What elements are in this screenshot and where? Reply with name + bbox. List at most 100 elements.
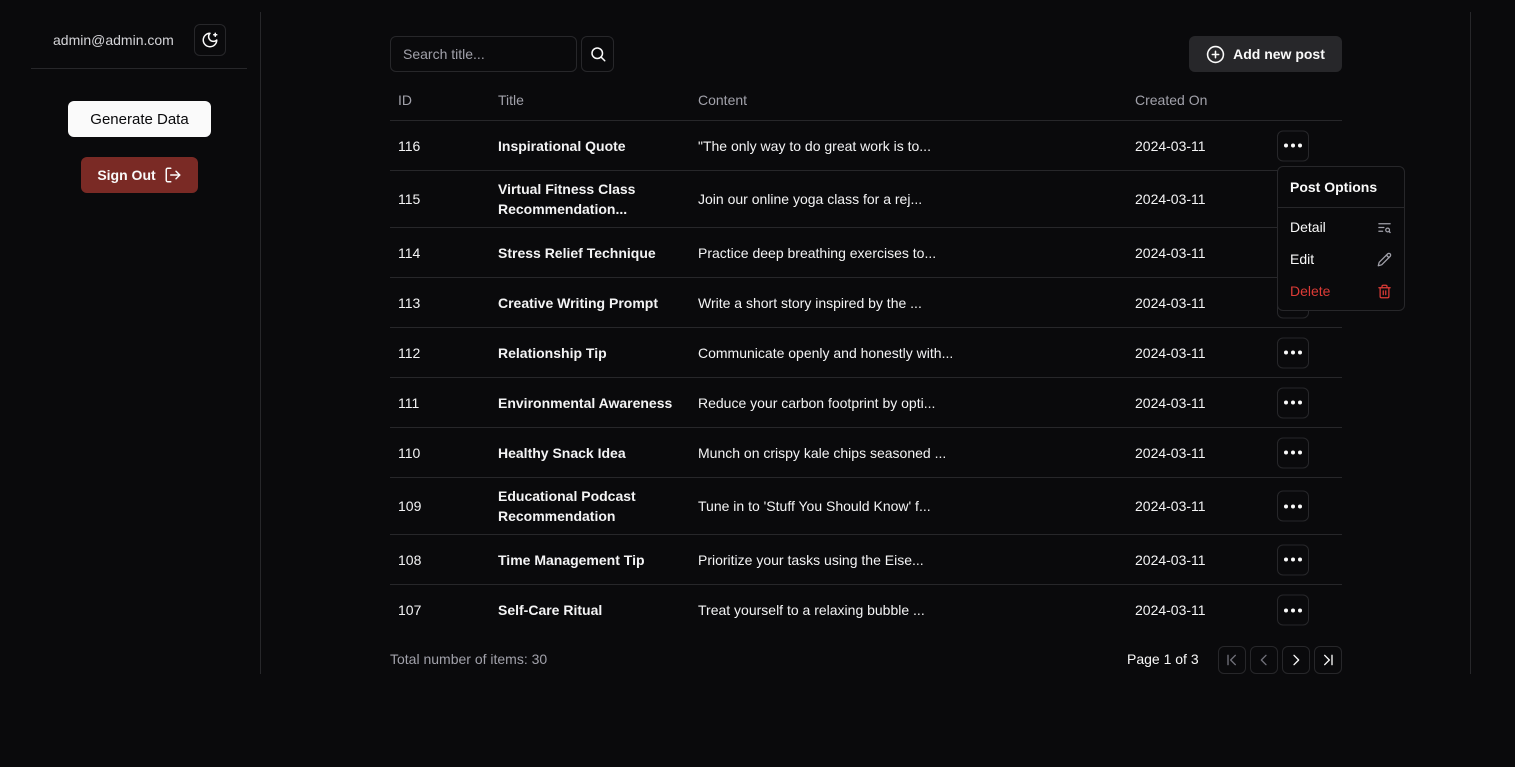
sidebar: admin@admin.com Generate Data Sign Out bbox=[0, 12, 261, 674]
add-new-post-button[interactable]: Add new post bbox=[1189, 36, 1342, 72]
generate-data-button[interactable]: Generate Data bbox=[68, 101, 211, 137]
more-horizontal-icon bbox=[1284, 557, 1302, 562]
table-row: 107 Self-Care Ritual Treat yourself to a r… bbox=[390, 585, 1342, 635]
user-email: admin@admin.com bbox=[53, 32, 174, 48]
cell-title: Virtual Fitness Class Recommendation... bbox=[498, 181, 636, 217]
cell-content: Treat yourself to a relaxing bubble ... bbox=[698, 602, 925, 618]
moon-icon bbox=[202, 32, 218, 48]
cell-id: 113 bbox=[398, 294, 421, 311]
first-page-button[interactable] bbox=[1218, 646, 1246, 674]
add-new-post-label: Add new post bbox=[1233, 46, 1325, 62]
cell-id: 115 bbox=[398, 191, 421, 207]
trash-icon bbox=[1378, 284, 1391, 298]
more-horizontal-icon bbox=[1284, 504, 1302, 508]
plus-circle-icon bbox=[1206, 45, 1225, 63]
row-actions-button[interactable] bbox=[1277, 337, 1309, 368]
cell-content: Join our online yoga class for a rej... bbox=[698, 191, 923, 207]
table-row: 109 Educational Podcast Recommendation Tun… bbox=[390, 478, 1342, 535]
menu-item-delete[interactable]: Delete bbox=[1290, 280, 1392, 302]
cell-title: Healthy Snack Idea bbox=[498, 444, 626, 461]
header-id: ID bbox=[398, 92, 412, 108]
search-input[interactable] bbox=[390, 36, 577, 72]
table-row: 110 Healthy Snack Idea Munch on crispy kal… bbox=[390, 428, 1342, 478]
header-created-on: Created On bbox=[1135, 92, 1208, 108]
table-row: 112 Relationship Tip Communicate openly an… bbox=[390, 328, 1342, 378]
table-row: 116 Inspirational Quote "The only way to d… bbox=[390, 121, 1342, 171]
cell-created-on: 2024-03-11 bbox=[1135, 344, 1206, 361]
menu-item-detail-label: Detail bbox=[1290, 219, 1326, 235]
cell-title: Educational Podcast Recommendation bbox=[498, 488, 636, 524]
cell-created-on: 2024-03-11 bbox=[1135, 444, 1206, 461]
row-actions-button[interactable] bbox=[1277, 387, 1309, 418]
search-icon bbox=[590, 47, 605, 62]
table-body: 116 Inspirational Quote "The only way to d… bbox=[390, 121, 1342, 635]
log-out-icon bbox=[165, 167, 181, 183]
previous-page-button[interactable] bbox=[1250, 646, 1278, 674]
cell-created-on: 2024-03-11 bbox=[1135, 602, 1206, 618]
row-actions-button[interactable] bbox=[1277, 130, 1309, 161]
last-page-button[interactable] bbox=[1314, 646, 1342, 674]
chevron-right-icon bbox=[1293, 654, 1300, 666]
cell-id: 109 bbox=[398, 498, 422, 514]
table-row: 114 Stress Relief Technique Practice deep … bbox=[390, 228, 1342, 278]
cell-content: Munch on crispy kale chips seasoned ... bbox=[698, 444, 947, 461]
table-row: 111 Environmental Awareness Reduce your ca… bbox=[390, 378, 1342, 428]
cell-created-on: 2024-03-11 bbox=[1135, 394, 1206, 411]
right-divider bbox=[1470, 12, 1471, 674]
cell-title: Creative Writing Prompt bbox=[498, 294, 658, 311]
cell-content: Prioritize your tasks using the Eise... bbox=[698, 551, 924, 568]
more-horizontal-icon bbox=[1284, 350, 1302, 355]
table-row: 113 Creative Writing Prompt Write a short … bbox=[390, 278, 1342, 328]
cell-id: 108 bbox=[398, 551, 422, 568]
table-row: 108 Time Management Tip Prioritize your ta… bbox=[390, 535, 1342, 585]
posts-table: ID Title Content Created On 116 Inspirati… bbox=[390, 80, 1342, 635]
theme-toggle-button[interactable] bbox=[194, 24, 226, 56]
next-page-button[interactable] bbox=[1282, 646, 1310, 674]
row-actions-button[interactable] bbox=[1277, 437, 1309, 468]
menu-item-detail[interactable]: Detail bbox=[1290, 216, 1392, 238]
cell-created-on: 2024-03-11 bbox=[1135, 294, 1206, 311]
pencil-icon bbox=[1377, 252, 1392, 266]
cell-created-on: 2024-03-11 bbox=[1135, 498, 1206, 514]
cell-title: Environmental Awareness bbox=[498, 394, 673, 411]
menu-title: Post Options bbox=[1290, 179, 1378, 195]
sign-out-button[interactable]: Sign Out bbox=[81, 157, 198, 193]
chevrons-first-icon bbox=[1227, 654, 1236, 666]
cell-content: Reduce your carbon footprint by opti... bbox=[698, 394, 936, 411]
post-options-menu: Post Options Detail Edit Delete bbox=[1277, 166, 1405, 311]
cell-created-on: 2024-03-11 bbox=[1135, 137, 1206, 154]
page-indicator: Page 1 of 3 bbox=[1127, 651, 1199, 667]
cell-content: "The only way to do great work is to... bbox=[698, 137, 931, 154]
text-search-icon bbox=[1378, 222, 1391, 233]
more-horizontal-icon bbox=[1284, 400, 1302, 405]
more-horizontal-icon bbox=[1284, 143, 1302, 148]
cell-created-on: 2024-03-11 bbox=[1135, 551, 1206, 568]
cell-id: 110 bbox=[398, 444, 421, 461]
cell-content: Practice deep breathing exercises to... bbox=[698, 244, 937, 261]
row-actions-button[interactable] bbox=[1277, 544, 1309, 575]
cell-content: Write a short story inspired by the ... bbox=[698, 294, 922, 311]
total-items-text: Total number of items: 30 bbox=[390, 651, 548, 667]
cell-content: Tune in to 'Stuff You Should Know' f... bbox=[698, 498, 931, 514]
row-actions-button[interactable] bbox=[1277, 490, 1309, 522]
cell-title: Relationship Tip bbox=[498, 344, 607, 361]
search-button[interactable] bbox=[581, 36, 614, 72]
cell-content: Communicate openly and honestly with... bbox=[698, 344, 954, 361]
cell-title: Time Management Tip bbox=[498, 551, 645, 568]
menu-item-edit[interactable]: Edit bbox=[1290, 248, 1392, 270]
cell-id: 111 bbox=[398, 394, 420, 411]
sign-out-label: Sign Out bbox=[97, 167, 156, 183]
cell-id: 114 bbox=[398, 244, 421, 261]
table-row: 115 Virtual Fitness Class Recommendation.… bbox=[390, 171, 1342, 228]
menu-item-delete-label: Delete bbox=[1290, 283, 1331, 299]
cell-title: Self-Care Ritual bbox=[498, 602, 603, 618]
header-title: Title bbox=[498, 92, 524, 108]
row-actions-button[interactable] bbox=[1277, 594, 1309, 626]
menu-item-edit-label: Edit bbox=[1290, 251, 1315, 267]
cell-created-on: 2024-03-11 bbox=[1135, 191, 1206, 207]
chevrons-last-icon bbox=[1324, 654, 1333, 666]
chevron-left-icon bbox=[1260, 654, 1267, 666]
user-row: admin@admin.com bbox=[31, 12, 247, 69]
cell-id: 116 bbox=[398, 137, 421, 154]
cell-title: Inspirational Quote bbox=[498, 137, 626, 154]
